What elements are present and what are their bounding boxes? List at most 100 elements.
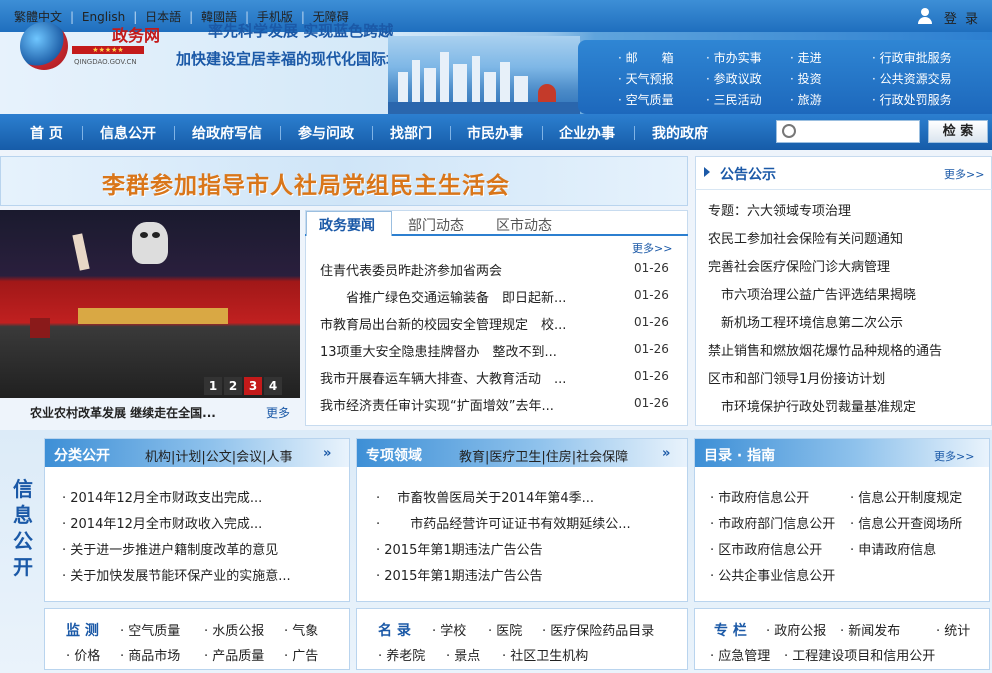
quicklink-tourism[interactable]: 旅游 <box>790 91 822 108</box>
category-public-item[interactable]: 2014年12月全市财政支出完成... <box>62 487 262 506</box>
news-photo[interactable] <box>0 210 300 398</box>
nav-find-department[interactable]: 找部门 <box>390 123 432 143</box>
tab-district-news[interactable]: 区市动态 <box>496 215 552 235</box>
double-chevron-right-icon[interactable]: » <box>662 446 670 461</box>
notice-item[interactable]: 区市和部门领导1月份接访计划 <box>708 368 885 387</box>
photo-page-4[interactable]: 4 <box>264 377 282 395</box>
special-field-item[interactable]: 2015年第1期违法广告公告 <box>376 539 542 558</box>
directory-item[interactable]: 医疗保险药品目录 <box>542 620 654 639</box>
notice-item[interactable]: 农民工参加社会保险有关问题通知 <box>708 228 903 247</box>
notice-title: 公告公示 <box>720 167 776 183</box>
triangle-right-icon <box>704 167 710 177</box>
nav-separator <box>174 126 175 140</box>
nav-separator <box>280 126 281 140</box>
category-public-title: 分类公开 <box>54 448 110 464</box>
directory-guide-item[interactable]: 公共企事业信息公开 <box>710 565 835 584</box>
directory-guide-item[interactable]: 信息公开查阅场所 <box>850 513 962 532</box>
category-public-tabs[interactable]: 机构|计划|公文|会议|人事 <box>145 446 293 465</box>
special-column-item[interactable]: 统计 <box>936 620 970 639</box>
directory-item[interactable]: 社区卫生机构 <box>502 645 588 664</box>
nav-participate[interactable]: 参与问政 <box>298 123 354 143</box>
special-column-item[interactable]: 工程建设项目和信用公开 <box>784 645 935 664</box>
directory-item[interactable]: 学校 <box>432 620 466 639</box>
quicklink-admin-approval[interactable]: 行政审批服务 <box>872 49 952 66</box>
special-field-item[interactable]: 2015年第1期违法广告公告 <box>376 565 542 584</box>
directory-guide-more-link[interactable]: 更多>> <box>934 448 974 464</box>
logo-text: 政务网 <box>112 26 161 45</box>
category-public-item[interactable]: 2014年12月全市财政收入完成... <box>62 513 262 532</box>
news-more-link[interactable]: 更多>> <box>632 240 672 256</box>
news-item[interactable]: 13项重大安全隐患挂牌督办 整改不到... <box>320 341 557 360</box>
special-column-item[interactable]: 应急管理 <box>710 645 770 664</box>
news-item[interactable]: 市教育局出台新的校园安全管理规定 校... <box>320 314 566 333</box>
quicklink-political-participation[interactable]: 参政议政 <box>706 70 762 87</box>
quicklink-weather[interactable]: 天气预报 <box>618 70 674 87</box>
category-public-item[interactable]: 关于加快发展节能环保产业的实施意... <box>62 565 290 584</box>
news-item[interactable]: 我市经济责任审计实现“扩面增效”去年... <box>320 395 554 414</box>
nav-info-public[interactable]: 信息公开 <box>100 123 156 143</box>
news-date: 01-26 <box>634 342 669 356</box>
special-column-item[interactable]: 新闻发布 <box>840 620 900 639</box>
headline-banner-text[interactable]: 李群参加指导市人社局党组民主生活会 <box>102 166 510 200</box>
monitor-item[interactable]: 水质公报 <box>204 620 264 639</box>
directory-item[interactable]: 景点 <box>446 645 480 664</box>
special-column-item[interactable]: 政府公报 <box>766 620 826 639</box>
monitor-item[interactable]: 产品质量 <box>204 645 264 664</box>
slogan-line-1: 率先科学发展 实现蓝色跨越 <box>208 22 394 40</box>
directory-guide-item[interactable]: 市政府信息公开 <box>710 487 809 506</box>
news-item[interactable]: 我市开展春运车辆大排查、大教育活动 ... <box>320 368 566 387</box>
nav-separator <box>542 126 543 140</box>
tab-department-news[interactable]: 部门动态 <box>408 215 464 235</box>
quicklink-mailbox[interactable]: 邮 箱 <box>618 49 674 66</box>
nav-my-government[interactable]: 我的政府 <box>652 123 708 143</box>
notice-item[interactable]: 专题：六大领域专项治理 <box>708 200 851 219</box>
search-button[interactable]: 检 索 <box>928 120 988 143</box>
login-link[interactable]: 登 录 <box>944 8 980 27</box>
quicklink-three-people[interactable]: 三民活动 <box>706 91 762 108</box>
nav-separator <box>372 126 373 140</box>
directory-guide-item[interactable]: 区市政府信息公开 <box>710 539 822 558</box>
monitor-item[interactable]: 价格 <box>66 645 100 664</box>
notice-item[interactable]: 新机场工程环境信息第二次公示 <box>708 312 903 331</box>
search-icon <box>782 124 796 138</box>
photo-page-1[interactable]: 1 <box>204 377 222 395</box>
nav-home[interactable]: 首 页 <box>30 123 63 143</box>
tab-government-news[interactable]: 政务要闻 <box>319 215 375 235</box>
notice-more-link[interactable]: 更多>> <box>944 166 984 182</box>
directory-guide-item[interactable]: 信息公开制度规定 <box>850 487 962 506</box>
monitor-item[interactable]: 气象 <box>284 620 318 639</box>
quicklink-admin-penalty[interactable]: 行政处罚服务 <box>872 91 952 108</box>
notice-item[interactable]: 禁止销售和燃放烟花爆竹品种规格的通告 <box>708 340 942 359</box>
notice-item[interactable]: 市环境保护行政处罚裁量基准规定 <box>708 396 916 415</box>
category-public-item[interactable]: 关于进一步推进户籍制度改革的意见 <box>62 539 278 558</box>
photo-caption[interactable]: 农业农村改革发展 继续走在全国... <box>30 404 216 421</box>
news-item[interactable]: 住青代表委员昨赴济参加省两会 <box>320 260 502 279</box>
nav-citizen-services[interactable]: 市民办事 <box>467 123 523 143</box>
monitor-item[interactable]: 空气质量 <box>120 620 180 639</box>
directory-item[interactable]: 养老院 <box>378 645 425 664</box>
monitor-item[interactable]: 广告 <box>284 645 318 664</box>
special-field-item[interactable]: 市畜牧兽医局关于2014年第4季... <box>376 487 594 506</box>
directory-item[interactable]: 医院 <box>488 620 522 639</box>
monitor-item[interactable]: 商品市场 <box>120 645 180 664</box>
notice-item[interactable]: 市六项治理公益广告评选结果揭晓 <box>708 284 916 303</box>
notice-item[interactable]: 完善社会医疗保险门诊大病管理 <box>708 256 890 275</box>
news-item[interactable]: 省推广绿色交通运输装备 即日起新... <box>320 287 566 306</box>
double-chevron-right-icon[interactable]: » <box>323 446 331 461</box>
photo-page-2[interactable]: 2 <box>224 377 242 395</box>
search-input[interactable] <box>776 120 920 143</box>
nav-business-services[interactable]: 企业办事 <box>559 123 615 143</box>
monitor-title: 监 测 <box>66 623 99 639</box>
special-field-tabs[interactable]: 教育|医疗卫生|住房|社会保障 <box>459 446 628 465</box>
photo-page-3-active[interactable]: 3 <box>244 377 262 395</box>
photo-more-link[interactable]: 更多 <box>266 404 290 421</box>
quicklink-air-quality[interactable]: 空气质量 <box>618 91 674 108</box>
quicklink-about-city[interactable]: 走进 <box>790 49 822 66</box>
special-field-item[interactable]: 市药品经营许可证证书有效期延续公... <box>376 513 630 532</box>
directory-guide-item[interactable]: 申请政府信息 <box>850 539 936 558</box>
quicklink-public-resources[interactable]: 公共资源交易 <box>872 70 952 87</box>
quicklink-investment[interactable]: 投资 <box>790 70 822 87</box>
nav-write-government[interactable]: 给政府写信 <box>192 123 262 143</box>
directory-guide-item[interactable]: 市政府部门信息公开 <box>710 513 835 532</box>
quicklink-city-affairs[interactable]: 市办实事 <box>706 49 762 66</box>
